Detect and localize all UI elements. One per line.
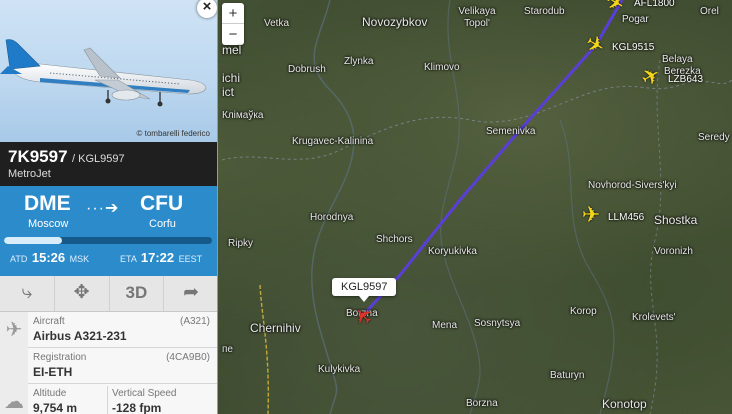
aircraft-row: ✈ Aircraft (A321) Airbus A321-231 bbox=[0, 312, 217, 348]
town-novhorod: Novhorod-Sivers'kyi bbox=[588, 180, 677, 191]
town-belaya: Belaya bbox=[662, 54, 693, 65]
registration-label: Registration bbox=[33, 352, 87, 363]
registration-icon-blank bbox=[0, 348, 28, 384]
town-orel: Orel bbox=[700, 6, 719, 17]
zoom-control: + − bbox=[222, 3, 244, 45]
town-borzna: Borzna bbox=[466, 398, 498, 409]
town-koryukivka: Koryukivka bbox=[428, 246, 477, 257]
flight-number: 7K9597 bbox=[8, 147, 68, 166]
flight-progress-fill bbox=[4, 237, 63, 244]
town-krugavec: Krugavec-Kalinina bbox=[292, 136, 374, 147]
airplane-icon: ✈ bbox=[0, 312, 28, 348]
altitude-row: ☁ Altitude 9,754 m Vertical Speed -128 f… bbox=[0, 384, 217, 414]
town-pogar: Pogar bbox=[622, 14, 649, 25]
town-velikaya-topol: Velikaya Topol' bbox=[458, 6, 496, 29]
view-3d-button[interactable]: 3D bbox=[110, 276, 165, 311]
registration-value: EI-ETH bbox=[33, 365, 73, 379]
town-shchors: Shchors bbox=[376, 234, 413, 245]
flight-header: 7K9597 / KGL9597 MetroJet bbox=[0, 142, 217, 186]
town-baturyn: Baturyn bbox=[550, 370, 585, 381]
eta-time: 17:22 bbox=[140, 250, 175, 265]
plane-llm456-icon[interactable]: ✈ bbox=[580, 204, 602, 226]
registration-code: (4CA9B0) bbox=[166, 352, 210, 363]
panel-action-bar: ⤷ ✥ 3D ➦ bbox=[0, 276, 217, 312]
atd-timezone: MSK bbox=[69, 254, 90, 264]
town-pe: пе bbox=[222, 344, 233, 355]
town-kulykivka: Kulykivka bbox=[318, 364, 361, 375]
town-konotop: Konotop bbox=[602, 397, 647, 411]
destination-city: Corfu bbox=[149, 218, 176, 230]
eta-timezone: EEST bbox=[178, 254, 203, 264]
atd-time: 15:26 bbox=[31, 250, 66, 265]
town-starodub: Starodub bbox=[524, 6, 565, 17]
zoom-out-button[interactable]: − bbox=[222, 24, 244, 45]
share-icon[interactable]: ➦ bbox=[164, 276, 217, 311]
town-zlynka: Zlynka bbox=[344, 56, 374, 67]
altitude-value: 9,754 m bbox=[33, 401, 78, 414]
flight-info-panel: © tombarelli federico × 7K9597 / KGL9597… bbox=[0, 0, 218, 414]
plane-llm456-label: LLM456 bbox=[608, 212, 645, 223]
town-korop: Korop bbox=[570, 306, 597, 317]
town-ichi: ichi bbox=[222, 71, 241, 85]
aircraft-label: Aircraft bbox=[33, 316, 65, 327]
aircraft-photo: © tombarelli federico bbox=[0, 0, 217, 142]
vertical-speed-value: -128 fpm bbox=[112, 401, 162, 414]
route-icon[interactable]: ⤷ bbox=[0, 276, 55, 311]
airline-name: MetroJet bbox=[8, 168, 51, 180]
town-klimauka: Клімаўка bbox=[222, 110, 264, 121]
town-krolevets: Krolevets' bbox=[632, 312, 676, 323]
origin-city: Moscow bbox=[28, 218, 69, 230]
flight-progress-bar bbox=[4, 237, 212, 244]
altitude-label: Altitude bbox=[33, 388, 67, 399]
aircraft-photo-image bbox=[0, 39, 207, 107]
plane-lzb643-label: LZB643 bbox=[668, 74, 704, 85]
registration-row: Registration (4CA9B0) EI-ETH bbox=[0, 348, 217, 384]
town-mel: mel bbox=[222, 43, 242, 57]
town-shostka: Shostka bbox=[654, 213, 698, 227]
eta-label: ETA bbox=[120, 254, 137, 264]
town-novozybkov: Novozybkov bbox=[362, 15, 428, 29]
route-arrow-icon: ···➔ bbox=[86, 200, 120, 217]
town-semenivka: Semenivka bbox=[486, 126, 536, 137]
town-klimovo: Klimovo bbox=[424, 62, 460, 73]
town-horodnya: Horodnya bbox=[310, 212, 354, 223]
selected-flight-label[interactable]: KGL9597 bbox=[332, 278, 397, 302]
destination-code[interactable]: CFU bbox=[140, 192, 183, 216]
cloud-icon: ☁ bbox=[0, 384, 28, 414]
origin-code[interactable]: DME bbox=[24, 192, 71, 216]
flight-details: ✈ Aircraft (A321) Airbus A321-231 Regist… bbox=[0, 312, 217, 414]
aircraft-value: Airbus A321-231 bbox=[33, 329, 127, 343]
vertical-speed-label: Vertical Speed bbox=[112, 388, 177, 399]
atd-label: ATD bbox=[10, 254, 28, 264]
town-sosnytsya: Sosnytsya bbox=[474, 318, 521, 329]
aircraft-code: (A321) bbox=[179, 316, 210, 327]
row-divider bbox=[107, 386, 108, 414]
town-dobrush: Dobrush bbox=[288, 64, 326, 75]
arrival-time: ETA 17:22 EEST bbox=[120, 250, 202, 265]
town-ict: ict bbox=[222, 85, 234, 99]
fit-icon[interactable]: ✥ bbox=[55, 276, 110, 311]
town-ripky: Ripky bbox=[228, 238, 254, 249]
town-seredy: Seredy bbox=[698, 132, 730, 143]
town-chernihiv: Chernihiv bbox=[250, 321, 301, 335]
photo-credit: © tombarelli federico bbox=[136, 129, 210, 138]
town-mena: Mena bbox=[432, 320, 458, 331]
callsign: / KGL9597 bbox=[72, 153, 125, 165]
route-section: DME Moscow ···➔ CFU Corfu ATD 15:26 MSK … bbox=[0, 186, 217, 276]
town-voronizh: Voronizh bbox=[654, 246, 693, 257]
zoom-in-button[interactable]: + bbox=[222, 3, 244, 24]
departure-time: ATD 15:26 MSK bbox=[10, 250, 89, 265]
plane-kgl9515-label: KGL9515 bbox=[612, 42, 655, 53]
town-vetka: Vetka bbox=[264, 18, 290, 29]
plane-afl1800-label: AFL1800 bbox=[634, 0, 675, 9]
